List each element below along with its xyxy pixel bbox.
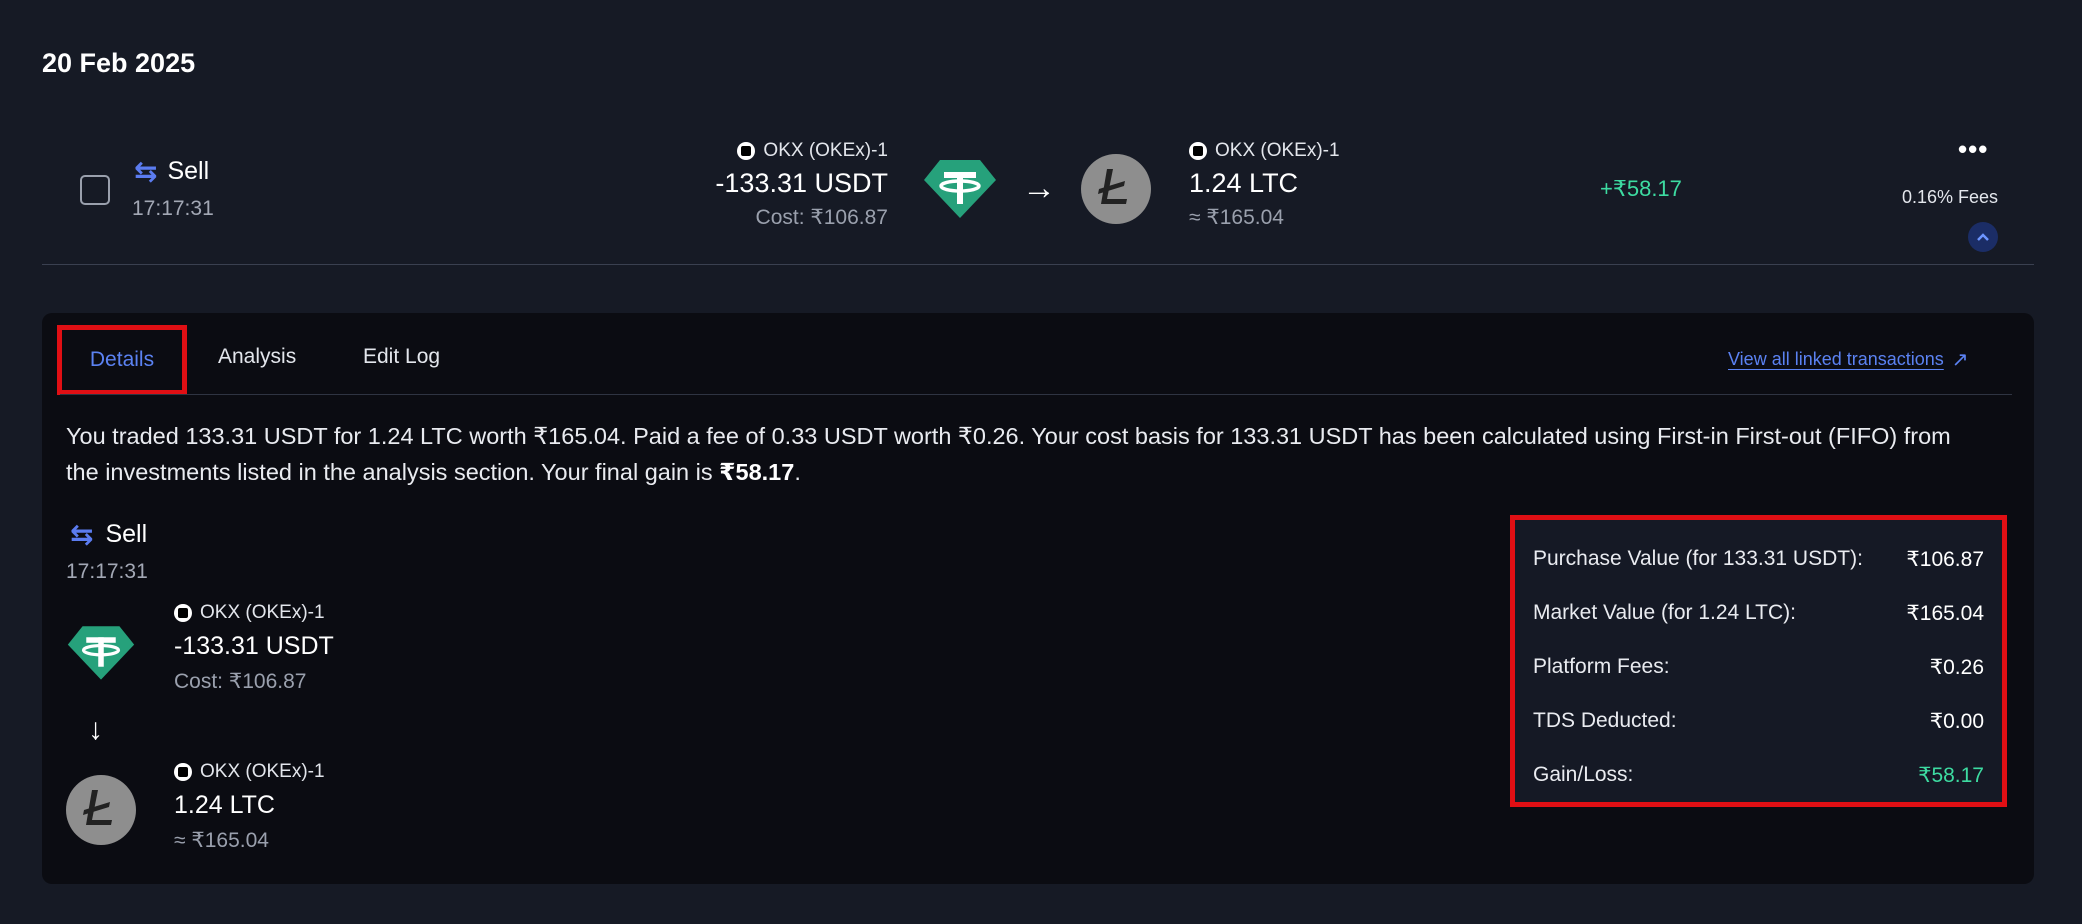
summary-gain: ₹58.17: [719, 459, 795, 485]
swap-icon: ⇆: [134, 156, 158, 187]
from-exchange: OKX (OKEx)-1: [737, 140, 888, 162]
okx-icon: [174, 763, 192, 781]
from-exchange-label: OKX (OKEx)-1: [763, 140, 888, 161]
detail-type-label: Sell: [105, 520, 148, 548]
platform-fees-label: Platform Fees:: [1533, 655, 1670, 678]
from-block: OKX (OKEx)-1 -133.31 USDT Cost: ₹106.87: [715, 140, 888, 230]
summary-text: You traded 133.31 USDT for 1.24 LTC wort…: [66, 418, 1966, 490]
to-amount: 1.24 LTC: [1189, 168, 1299, 198]
tab-details[interactable]: Details: [57, 325, 187, 395]
to-block: OKX (OKEx)-1 1.24 LTC ≈ ₹165.04: [1189, 140, 1340, 230]
tab-divider: [60, 394, 2012, 395]
market-value: ₹165.04: [1906, 601, 1984, 625]
platform-fees-value: ₹0.26: [1929, 655, 1984, 679]
detail-time: 17:17:31: [66, 560, 148, 583]
market-value-label: Market Value (for 1.24 LTC):: [1533, 601, 1796, 624]
detail-from-cost: Cost: ₹106.87: [174, 670, 307, 693]
tether-icon: [924, 160, 996, 218]
to-exchange-label: OKX (OKEx)-1: [1215, 140, 1340, 161]
tds-row: TDS Deducted: ₹0.00: [1533, 694, 1984, 748]
tab-edit-log[interactable]: Edit Log: [363, 345, 440, 369]
detail-to-amount: 1.24 LTC: [174, 791, 275, 819]
from-amount: -133.31 USDT: [715, 168, 888, 198]
view-linked-label: View all linked transactions: [1728, 349, 1944, 369]
tds-value: ₹0.00: [1929, 709, 1984, 733]
tab-analysis[interactable]: Analysis: [218, 345, 296, 369]
gain-loss-value: ₹58.17: [1918, 763, 1984, 787]
litecoin-icon: [1081, 154, 1151, 224]
to-value: ≈ ₹165.04: [1189, 206, 1284, 229]
gain-loss-row: Gain/Loss: ₹58.17: [1533, 748, 1984, 802]
purchase-value-label: Purchase Value (for 133.31 USDT):: [1533, 547, 1863, 570]
detail-from-amount: -133.31 USDT: [174, 632, 334, 660]
detail-to-exchange-label: OKX (OKEx)-1: [200, 761, 325, 782]
detail-from-block: OKX (OKEx)-1 -133.31 USDT Cost: ₹106.87: [174, 602, 334, 694]
more-options-icon[interactable]: •••: [1958, 134, 1988, 165]
purchase-value-row: Purchase Value (for 133.31 USDT): ₹106.8…: [1533, 532, 1984, 586]
tether-icon: [67, 626, 135, 680]
tds-label: TDS Deducted:: [1533, 709, 1677, 732]
detail-to-value: ≈ ₹165.04: [174, 829, 269, 852]
from-cost: Cost: ₹106.87: [755, 206, 888, 229]
okx-icon: [1189, 142, 1207, 160]
okx-icon: [737, 142, 756, 160]
detail-type: ⇆ Sell: [70, 518, 147, 551]
fees-label: 0.16% Fees: [1901, 187, 1998, 207]
arrow-right-icon: →: [1022, 169, 1056, 207]
swap-icon: ⇆: [70, 519, 94, 550]
to-exchange: OKX (OKEx)-1: [1189, 140, 1340, 162]
tab-details-label: Details: [89, 348, 155, 371]
transaction-gain: +₹58.17: [1600, 176, 1682, 201]
chevron-up-icon: [1977, 233, 1989, 241]
collapse-button[interactable]: [1968, 222, 1998, 252]
litecoin-icon: [66, 775, 136, 845]
external-link-icon: ↗: [1951, 349, 1969, 371]
summary-body: You traded 133.31 USDT for 1.24 LTC wort…: [66, 423, 1951, 485]
detail-from-exchange: OKX (OKEx)-1: [174, 602, 334, 624]
summary-end: .: [794, 459, 801, 485]
transaction-type: ⇆ Sell: [134, 155, 209, 188]
platform-fees-row: Platform Fees: ₹0.26: [1533, 640, 1984, 694]
values-box: Purchase Value (for 133.31 USDT): ₹106.8…: [1510, 515, 2007, 807]
transaction-type-label: Sell: [167, 157, 210, 185]
detail-to-exchange: OKX (OKEx)-1: [174, 761, 325, 783]
detail-from-exchange-label: OKX (OKEx)-1: [200, 602, 325, 623]
transaction-time: 17:17:31: [132, 197, 214, 220]
okx-icon: [174, 604, 192, 622]
arrow-down-icon: ↓: [88, 713, 103, 746]
date-heading: 20 Feb 2025: [42, 48, 196, 78]
select-checkbox[interactable]: [80, 175, 110, 205]
view-linked-link[interactable]: View all linked transactions ↗: [1728, 347, 1969, 372]
detail-to-block: OKX (OKEx)-1 1.24 LTC ≈ ₹165.04: [174, 761, 325, 853]
gain-loss-label: Gain/Loss:: [1533, 763, 1634, 786]
market-value-row: Market Value (for 1.24 LTC): ₹165.04: [1533, 586, 1984, 640]
purchase-value: ₹106.87: [1906, 547, 1984, 571]
